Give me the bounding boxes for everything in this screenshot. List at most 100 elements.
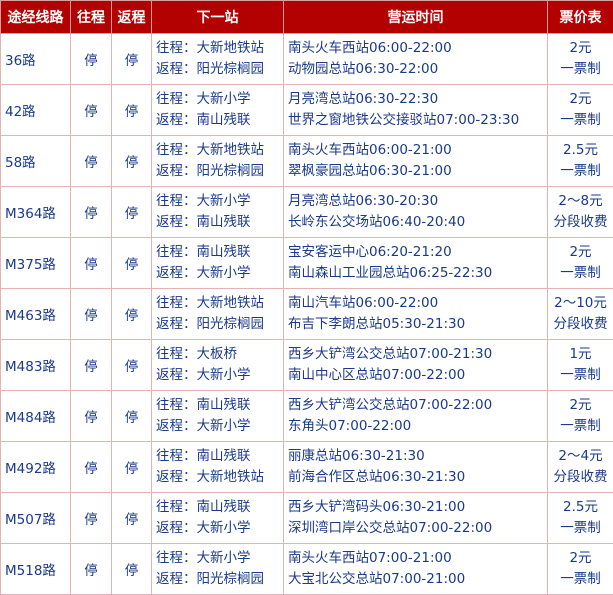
route-name[interactable]: 36路 <box>1 34 71 85</box>
hours-terminal-1: 南头火车西站06:00-21:00 <box>288 140 547 161</box>
next-stop-cell: 往程：大板桥返程：大新小学 <box>152 340 284 391</box>
fare-type: 一票制 <box>548 161 613 182</box>
route-name[interactable]: M518路 <box>1 544 71 595</box>
return-stop: 停 <box>112 136 152 187</box>
next-stop-outbound: 往程：南山残联 <box>156 395 283 416</box>
hours-terminal-2: 动物园总站06:30-22:00 <box>288 59 547 80</box>
return-stop: 停 <box>112 340 152 391</box>
fare-type: 一票制 <box>548 416 613 437</box>
bus-routes-table: 途经线路 往程 返程 下一站 营运时间 票价表 36路停停往程：大新地铁站返程：… <box>0 0 613 595</box>
return-stop: 停 <box>112 34 152 85</box>
route-name[interactable]: M483路 <box>1 340 71 391</box>
table-row: 36路停停往程：大新地铁站返程：阳光棕榈园南头火车西站06:00-22:00动物… <box>1 34 613 85</box>
route-name[interactable]: 58路 <box>1 136 71 187</box>
next-stop-outbound: 往程：南山残联 <box>156 497 283 518</box>
hours-terminal-1: 南头火车西站07:00-21:00 <box>288 548 547 569</box>
next-stop-return: 返程：大新地铁站 <box>156 467 283 488</box>
next-stop-outbound: 往程：大新地铁站 <box>156 38 283 59</box>
fare-cell: 2～4元分段收费 <box>548 442 613 493</box>
outbound-stop: 停 <box>71 493 112 544</box>
fare-type: 一票制 <box>548 110 613 131</box>
hours-terminal-1: 西乡大铲湾公交总站07:00-22:00 <box>288 395 547 416</box>
route-name[interactable]: M507路 <box>1 493 71 544</box>
outbound-stop: 停 <box>71 187 112 238</box>
next-stop-return: 返程：阳光棕榈园 <box>156 569 283 590</box>
route-name[interactable]: 42路 <box>1 85 71 136</box>
hours-terminal-2: 南山森山工业园总站06:25-22:30 <box>288 263 547 284</box>
fare-amount: 2.5元 <box>548 140 613 161</box>
fare-amount: 2.5元 <box>548 497 613 518</box>
hours-terminal-2: 长岭东公交场站06:40-20:40 <box>288 212 547 233</box>
next-stop-cell: 往程：南山残联返程：大新小学 <box>152 391 284 442</box>
fare-cell: 2元一票制 <box>548 85 613 136</box>
fare-cell: 2～10元分段收费 <box>548 289 613 340</box>
table-row: M364路停停往程：大新小学返程：南山残联月亮湾总站06:30-20:30长岭东… <box>1 187 613 238</box>
fare-amount: 2元 <box>548 548 613 569</box>
hours-terminal-1: 丽康总站06:30-21:30 <box>288 446 547 467</box>
return-stop: 停 <box>112 442 152 493</box>
next-stop-return: 返程：南山残联 <box>156 212 283 233</box>
fare-cell: 2元一票制 <box>548 34 613 85</box>
return-stop: 停 <box>112 544 152 595</box>
outbound-stop: 停 <box>71 544 112 595</box>
hours-cell: 西乡大铲湾码头06:30-21:00深圳湾口岸公交总站07:00-22:00 <box>284 493 548 544</box>
fare-amount: 2元 <box>548 395 613 416</box>
table-row: M492路停停往程：南山残联返程：大新地铁站丽康总站06:30-21:30前海合… <box>1 442 613 493</box>
route-name[interactable]: M375路 <box>1 238 71 289</box>
next-stop-outbound: 往程：南山残联 <box>156 446 283 467</box>
next-stop-cell: 往程：南山残联返程：大新地铁站 <box>152 442 284 493</box>
fare-amount: 2元 <box>548 89 613 110</box>
next-stop-return: 返程：大新小学 <box>156 416 283 437</box>
hours-terminal-1: 月亮湾总站06:30-22:30 <box>288 89 547 110</box>
next-stop-return: 返程：阳光棕榈园 <box>156 161 283 182</box>
next-stop-outbound: 往程：大板桥 <box>156 344 283 365</box>
next-stop-cell: 往程：南山残联返程：大新小学 <box>152 238 284 289</box>
next-stop-return: 返程：大新小学 <box>156 365 283 386</box>
next-stop-cell: 往程：大新小学返程：南山残联 <box>152 187 284 238</box>
return-stop: 停 <box>112 187 152 238</box>
route-name[interactable]: M484路 <box>1 391 71 442</box>
fare-amount: 2元 <box>548 242 613 263</box>
hours-cell: 月亮湾总站06:30-22:30世界之窗地铁公交接驳站07:00-23:30 <box>284 85 548 136</box>
next-stop-return: 返程：大新小学 <box>156 518 283 539</box>
outbound-stop: 停 <box>71 340 112 391</box>
fare-type: 一票制 <box>548 518 613 539</box>
outbound-stop: 停 <box>71 136 112 187</box>
hours-cell: 月亮湾总站06:30-20:30长岭东公交场站06:40-20:40 <box>284 187 548 238</box>
hours-cell: 西乡大铲湾公交总站07:00-21:30南山中心区总站07:00-22:00 <box>284 340 548 391</box>
next-stop-outbound: 往程：大新小学 <box>156 191 283 212</box>
next-stop-cell: 往程：大新地铁站返程：阳光棕榈园 <box>152 34 284 85</box>
outbound-stop: 停 <box>71 85 112 136</box>
next-stop-return: 返程：大新小学 <box>156 263 283 284</box>
fare-cell: 2元一票制 <box>548 391 613 442</box>
route-name[interactable]: M463路 <box>1 289 71 340</box>
hours-terminal-2: 深圳湾口岸公交总站07:00-22:00 <box>288 518 547 539</box>
table-row: M507路停停往程：南山残联返程：大新小学西乡大铲湾码头06:30-21:00深… <box>1 493 613 544</box>
return-stop: 停 <box>112 391 152 442</box>
hours-terminal-2: 前海合作区总站06:30-21:30 <box>288 467 547 488</box>
hours-terminal-2: 东角头07:00-22:00 <box>288 416 547 437</box>
fare-cell: 2元一票制 <box>548 544 613 595</box>
fare-cell: 2.5元一票制 <box>548 136 613 187</box>
fare-type: 一票制 <box>548 263 613 284</box>
hours-cell: 南山汽车站06:00-22:00布吉下李朗总站05:30-21:30 <box>284 289 548 340</box>
fare-cell: 2.5元一票制 <box>548 493 613 544</box>
hours-terminal-1: 西乡大铲湾公交总站07:00-21:30 <box>288 344 547 365</box>
next-stop-outbound: 往程：大新小学 <box>156 89 283 110</box>
fare-type: 分段收费 <box>548 467 613 488</box>
fare-type: 一票制 <box>548 59 613 80</box>
table-row: M375路停停往程：南山残联返程：大新小学宝安客运中心06:20-21:20南山… <box>1 238 613 289</box>
fare-amount: 2～4元 <box>548 446 613 467</box>
hours-terminal-2: 大宝北公交总站07:00-21:00 <box>288 569 547 590</box>
next-stop-cell: 往程：大新地铁站返程：阳光棕榈园 <box>152 136 284 187</box>
next-stop-outbound: 往程：大新地铁站 <box>156 293 283 314</box>
fare-type: 一票制 <box>548 569 613 590</box>
route-name[interactable]: M492路 <box>1 442 71 493</box>
route-name[interactable]: M364路 <box>1 187 71 238</box>
next-stop-return: 返程：阳光棕榈园 <box>156 314 283 335</box>
hours-cell: 西乡大铲湾公交总站07:00-22:00东角头07:00-22:00 <box>284 391 548 442</box>
fare-cell: 1元一票制 <box>548 340 613 391</box>
fare-amount: 1元 <box>548 344 613 365</box>
next-stop-return: 返程：南山残联 <box>156 110 283 131</box>
table-row: M463路停停往程：大新地铁站返程：阳光棕榈园南山汽车站06:00-22:00布… <box>1 289 613 340</box>
